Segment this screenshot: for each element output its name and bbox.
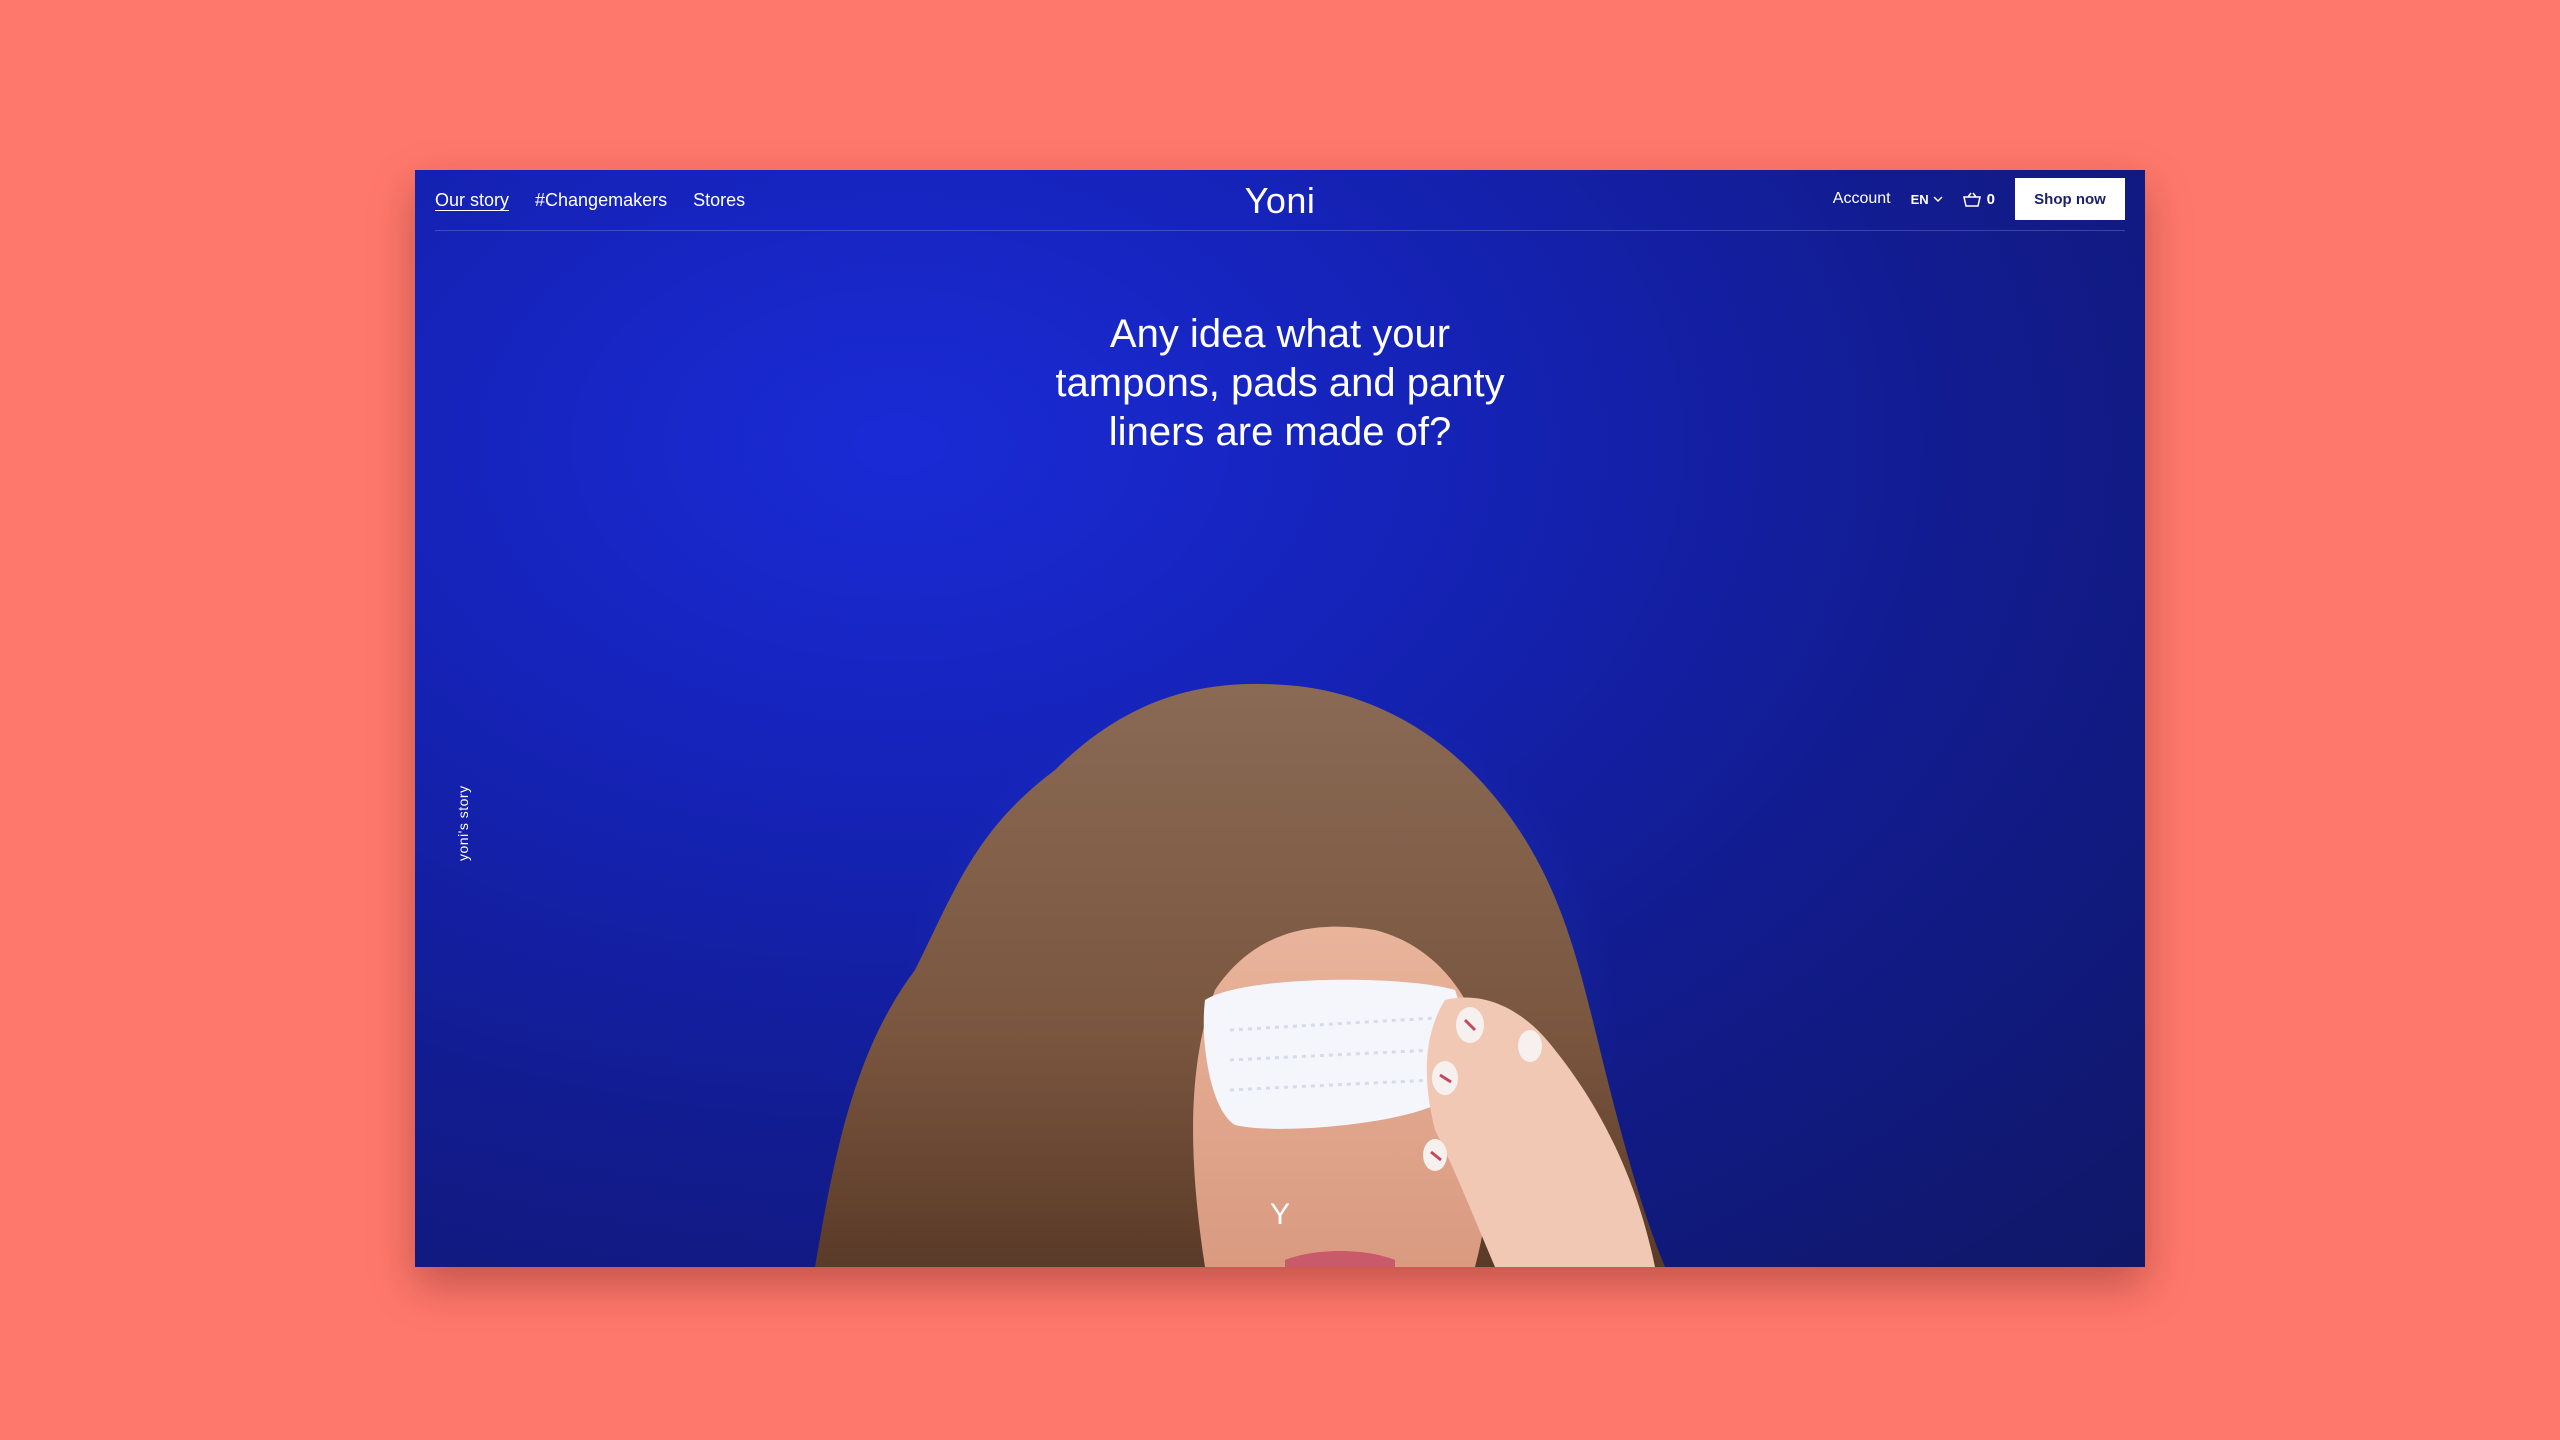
nav-link-stores[interactable]: Stores <box>693 190 745 211</box>
nav-actions: Account EN 0 Shop now <box>1833 178 2125 220</box>
language-selector[interactable]: EN <box>1911 192 1943 207</box>
nav-link-our-story[interactable]: Our story <box>435 190 509 211</box>
bottom-brand-mark: Y <box>1269 1198 1291 1231</box>
language-label: EN <box>1910 191 1929 207</box>
cart-count: 0 <box>1986 190 1995 208</box>
cart-button[interactable]: 0 <box>1962 190 1995 208</box>
browser-window: Our story #Changemakers Stores Yoni Acco… <box>415 170 2145 1267</box>
hero-headline: Any idea what your tampons, pads and pan… <box>415 310 2145 457</box>
headline-line: liners are made of? <box>1108 410 1452 454</box>
account-link[interactable]: Account <box>1833 190 1891 208</box>
top-nav: Our story #Changemakers Stores Yoni Acco… <box>435 170 2125 231</box>
nav-links: Our story #Changemakers Stores <box>435 190 745 211</box>
shop-now-button[interactable]: Shop now <box>2015 178 2125 220</box>
logo[interactable]: Yoni <box>1245 180 1316 222</box>
side-story-label[interactable]: yoni's story <box>455 785 471 861</box>
basket-icon <box>1962 192 1981 207</box>
headline-line: Any idea what your <box>1109 312 1451 356</box>
nav-link-changemakers[interactable]: #Changemakers <box>535 190 667 211</box>
headline-line: tampons, pads and panty <box>1055 361 1505 405</box>
chevron-down-icon <box>1933 195 1943 202</box>
